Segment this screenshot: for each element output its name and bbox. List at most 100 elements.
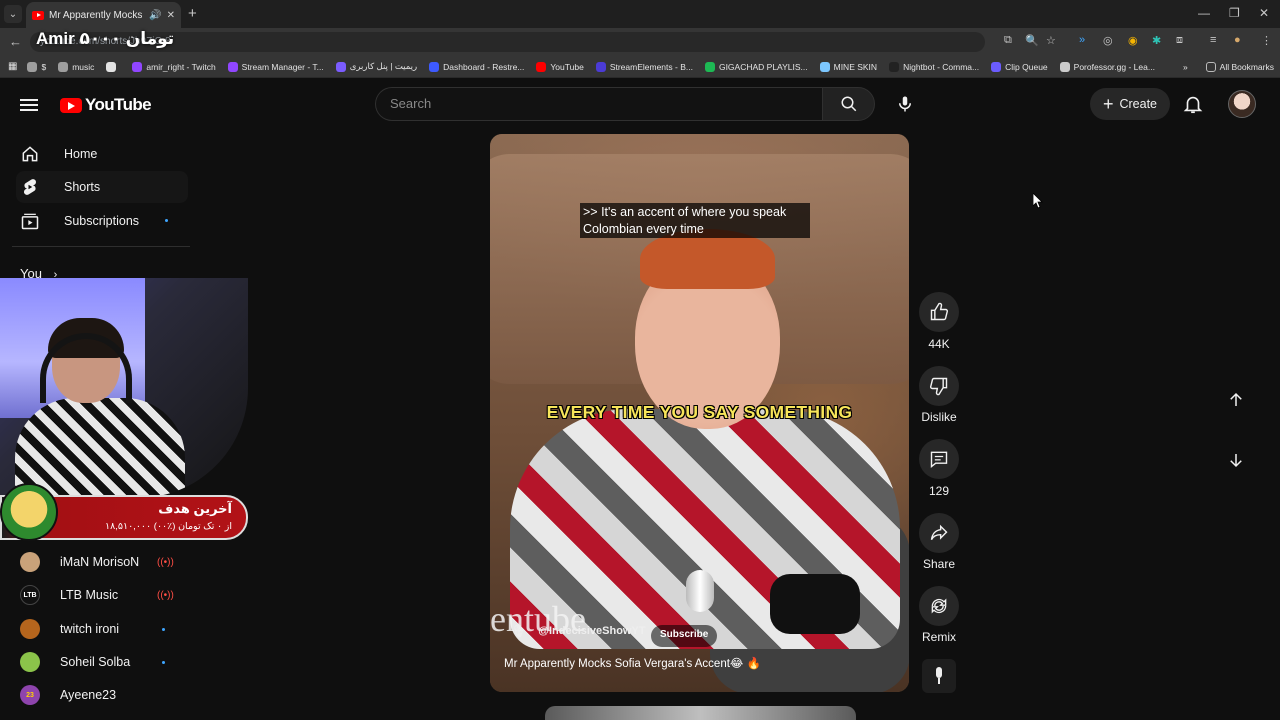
account-avatar[interactable] xyxy=(1228,90,1256,118)
microphone-icon xyxy=(936,667,942,684)
bookmark-item[interactable]: music xyxy=(58,61,94,72)
sidebar-item-subscriptions[interactable]: Subscriptions xyxy=(16,205,188,237)
video-title[interactable]: Mr Apparently Mocks Sofia Vergara's Acce… xyxy=(504,656,761,670)
webcam-streamer-body xyxy=(15,398,185,498)
thumbs-down-icon xyxy=(929,377,948,396)
bookmark-star-icon[interactable]: ☆ xyxy=(1046,34,1056,47)
video-hair xyxy=(640,229,775,289)
extension-icon[interactable]: ◎ xyxy=(1103,34,1113,47)
previous-short-button[interactable] xyxy=(1216,380,1256,420)
bookmark-favicon-icon xyxy=(106,61,117,72)
tab-audio-icon[interactable]: 🔊 xyxy=(149,10,161,21)
guide-menu-icon[interactable] xyxy=(20,96,38,114)
tab-close-icon[interactable]: ✕ xyxy=(167,10,175,21)
sidebar-item-home[interactable]: Home xyxy=(16,138,188,170)
more-bookmarks-chevron-icon[interactable]: » xyxy=(1183,62,1188,72)
menu-kebab-icon[interactable]: ⋮ xyxy=(1261,34,1272,47)
channel-name: twitch ironi xyxy=(60,622,120,636)
sidebar-item-shorts[interactable]: Shorts xyxy=(16,171,188,203)
window-minimize-icon[interactable]: — xyxy=(1198,6,1210,20)
bookmark-label: Porofessor.gg - Lea... xyxy=(1073,61,1155,72)
tab-search-dropdown-icon[interactable]: ⌄ xyxy=(4,5,22,23)
extensions-puzzle-icon[interactable]: ⧈ xyxy=(1176,34,1183,47)
channel-avatar xyxy=(20,552,40,572)
extension-icon[interactable]: ◉ xyxy=(1128,34,1138,47)
all-bookmarks-label: All Bookmarks xyxy=(1219,61,1274,72)
sidebar-channel[interactable]: twitch ironi xyxy=(20,616,180,642)
closed-caption: >> It's an accent of where you speak Col… xyxy=(580,203,810,238)
youtube-logo[interactable]: YouTube xyxy=(60,95,152,115)
bookmark-favicon-icon xyxy=(704,61,715,72)
subscribe-button[interactable]: Subscribe xyxy=(651,625,718,647)
bookmark-item[interactable]: YouTube xyxy=(536,61,584,72)
bookmark-label: Clip Queue xyxy=(1005,61,1048,72)
bookmark-item[interactable]: MINE SKIN xyxy=(819,61,877,72)
channel-name: iMaN MorisoN xyxy=(60,555,140,569)
sidebar-channel[interactable]: LTB LTB Music ((•)) xyxy=(20,582,180,608)
channel-avatar: LTB xyxy=(20,585,40,605)
video-channel-handle[interactable]: @IndecisiveShowYT xyxy=(538,625,645,637)
video-channel-info[interactable]: 🎙 @IndecisiveShowYT xyxy=(511,624,646,638)
subscriptions-icon xyxy=(20,211,40,231)
goal-mascot-icon xyxy=(0,483,58,541)
like-button[interactable] xyxy=(919,292,959,332)
bookmark-item[interactable]: Dashboard - Restre... xyxy=(429,61,524,72)
bookmark-item[interactable]: ریمیت | پنل کاربری xyxy=(335,61,417,72)
caption-line: >> It's an accent of where you speak xyxy=(583,205,787,219)
zoom-icon[interactable]: 🔍 xyxy=(1025,34,1039,47)
folder-icon xyxy=(1205,61,1216,72)
back-arrow-icon[interactable]: ← xyxy=(9,34,22,49)
profile-avatar-icon[interactable]: ● xyxy=(1234,34,1241,46)
all-bookmarks-button[interactable]: All Bookmarks xyxy=(1205,61,1274,72)
notifications-button[interactable] xyxy=(1182,93,1204,120)
media-controls-icon[interactable]: ≡ xyxy=(1210,34,1216,46)
bookmark-favicon-icon xyxy=(595,61,606,72)
bookmark-label: amir_right - Twitch xyxy=(146,61,216,72)
sidebar-channel[interactable]: iMaN MorisoN ((•)) xyxy=(20,549,180,575)
sound-source-button[interactable] xyxy=(922,659,956,693)
cast-icon[interactable]: ⧉ xyxy=(1004,34,1012,47)
comments-button[interactable] xyxy=(919,439,959,479)
bookmark-favicon-icon xyxy=(991,61,1002,72)
bookmark-item[interactable]: GIGACHAD PLAYLIS... xyxy=(704,61,808,72)
search-input[interactable]: Search xyxy=(375,87,823,121)
remix-icon xyxy=(931,598,947,614)
bookmark-favicon-icon xyxy=(819,61,830,72)
extension-icon[interactable]: » xyxy=(1079,34,1085,46)
voice-search-button[interactable] xyxy=(893,92,917,116)
browser-tab[interactable]: Mr Apparently Mocks Sofia 🔊 ✕ xyxy=(26,2,181,28)
search-icon xyxy=(841,96,856,112)
bookmark-item[interactable]: amir_right - Twitch xyxy=(132,61,216,72)
bookmark-item[interactable] xyxy=(106,61,120,72)
share-button[interactable] xyxy=(919,513,959,553)
goal-detail: ۱۸,۵۱۰,۰۰۰ از ۰ تک تومان (٪۰۰) xyxy=(105,521,232,532)
apps-grid-icon[interactable]: ▦ xyxy=(8,61,17,72)
next-short-preview[interactable] xyxy=(545,706,856,720)
create-button[interactable]: + Create xyxy=(1090,88,1170,120)
bookmark-list: $ music amir_right - Twitch Stream Manager … xyxy=(27,61,1155,72)
bookmark-favicon-icon xyxy=(536,61,547,72)
search-button[interactable] xyxy=(822,87,875,121)
bookmark-item[interactable]: Clip Queue xyxy=(991,61,1048,72)
tab-title: Mr Apparently Mocks Sofia xyxy=(49,9,144,21)
new-tab-icon[interactable]: + xyxy=(188,5,197,22)
shorts-icon xyxy=(20,177,40,197)
channel-name: Ayeene23 xyxy=(60,688,117,702)
bookmark-item[interactable]: Nightbot - Comma... xyxy=(889,61,979,72)
sidebar-channel[interactable]: 23 Ayeene23 xyxy=(20,682,180,708)
dislike-button[interactable] xyxy=(919,366,959,406)
next-short-button[interactable] xyxy=(1216,440,1256,480)
bookmark-label: GIGACHAD PLAYLIS... xyxy=(718,61,808,72)
video-overlay-text: EVERY TIME YOU SAY SOMETHING xyxy=(546,402,853,422)
bookmark-item[interactable]: $ xyxy=(27,61,46,72)
extension-icon[interactable]: ✱ xyxy=(1152,34,1161,47)
like-count: 44K xyxy=(928,337,950,351)
window-restore-icon[interactable]: ❐ xyxy=(1229,6,1240,20)
window-close-icon[interactable]: ✕ xyxy=(1259,6,1269,20)
bookmark-item[interactable]: StreamElements - B... xyxy=(595,61,693,72)
sidebar-channel[interactable]: Soheil Solba xyxy=(20,649,180,675)
bookmark-item[interactable]: Porofessor.gg - Lea... xyxy=(1059,61,1155,72)
bookmark-item[interactable]: Stream Manager - T... xyxy=(227,61,324,72)
remix-button[interactable] xyxy=(919,586,959,626)
sidebar-item-label: Home xyxy=(64,147,98,161)
